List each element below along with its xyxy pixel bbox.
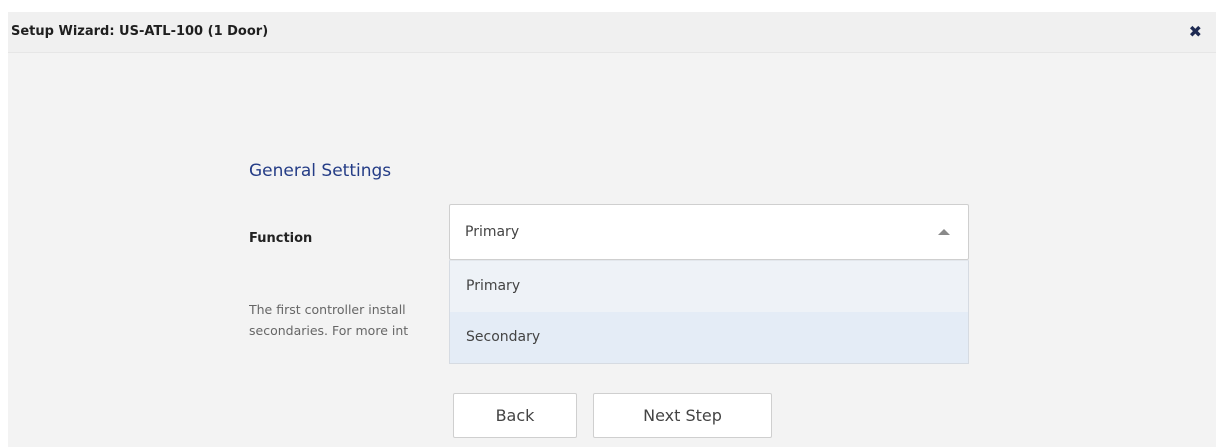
dialog-content: General Settings Function The first cont… — [8, 53, 1216, 447]
function-dropdown-list: Primary Secondary — [449, 260, 969, 364]
function-label: Function — [249, 231, 313, 246]
dialog-titlebar: Setup Wizard: US-ATL-100 (1 Door) ✖ — [8, 12, 1216, 53]
help-text: The first controller install secondaries… — [249, 299, 464, 349]
back-button[interactable]: Back — [453, 393, 577, 438]
function-select[interactable]: Primary — [449, 204, 969, 260]
section-title: General Settings — [249, 161, 392, 181]
help-text-line-1: The first controller install — [249, 302, 406, 317]
next-step-button[interactable]: Next Step — [593, 393, 772, 438]
dropdown-option-secondary[interactable]: Secondary — [450, 312, 968, 363]
close-icon[interactable]: ✖ — [1189, 22, 1202, 41]
help-text-line-2: secondaries. For more int — [249, 323, 409, 338]
caret-up-icon[interactable] — [938, 229, 950, 235]
dialog-title: Setup Wizard: US-ATL-100 (1 Door) — [11, 24, 269, 39]
function-select-value: Primary — [465, 224, 520, 240]
setup-wizard-dialog: Setup Wizard: US-ATL-100 (1 Door) ✖ Gene… — [8, 12, 1216, 447]
dropdown-option-primary[interactable]: Primary — [450, 261, 968, 312]
